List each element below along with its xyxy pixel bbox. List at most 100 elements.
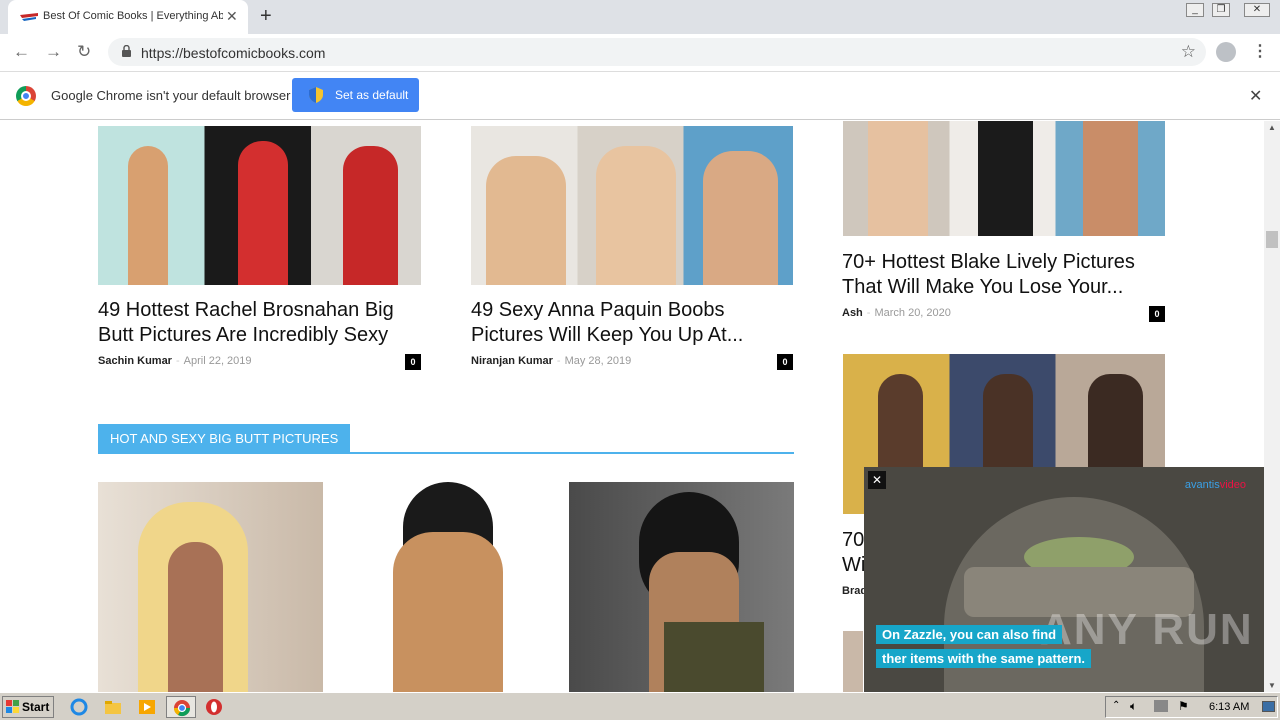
- comment-count-badge[interactable]: 0: [1149, 306, 1165, 322]
- internet-explorer-icon[interactable]: [70, 698, 88, 716]
- profile-avatar-icon[interactable]: [1216, 42, 1236, 62]
- media-player-icon[interactable]: [138, 698, 156, 716]
- post-thumbnail[interactable]: [843, 121, 1165, 236]
- chrome-icon: [173, 700, 191, 717]
- new-tab-icon[interactable]: +: [260, 5, 272, 28]
- page-scrollbar[interactable]: ▲ ▼: [1264, 121, 1280, 692]
- photo-figure: [128, 146, 168, 285]
- clock[interactable]: 6:13 AM: [1209, 701, 1249, 713]
- post-thumbnail[interactable]: [569, 482, 794, 692]
- url-text: https://bestofcomicbooks.com: [141, 45, 326, 61]
- post-thumbnail[interactable]: [98, 126, 421, 285]
- photo-figure: [978, 121, 1033, 236]
- scroll-thumb[interactable]: [1266, 231, 1278, 248]
- lock-icon: [122, 45, 131, 57]
- post-title[interactable]: 49 Sexy Anna Paquin Boobs Pictures Will …: [471, 298, 801, 348]
- set-as-default-button[interactable]: Set as default: [292, 78, 419, 112]
- post-date: April 22, 2019: [183, 355, 252, 367]
- post-thumbnail[interactable]: [843, 631, 863, 692]
- video-caption: ther items with the same pattern.: [876, 649, 1091, 668]
- section-header: HOT AND SEXY BIG BUTT PICTURES: [98, 424, 794, 454]
- video-brand-logo: avantisvideo: [1185, 479, 1246, 491]
- window-close-icon[interactable]: ✕: [1244, 3, 1270, 17]
- start-button[interactable]: Start: [2, 696, 54, 718]
- scroll-down-icon[interactable]: ▼: [1268, 681, 1276, 690]
- video-caption: On Zazzle, you can also find: [876, 625, 1063, 644]
- post-title-line[interactable]: 49 Hottest Rachel Brosnahan Big: [98, 298, 428, 323]
- post-thumbnail[interactable]: [471, 126, 793, 285]
- video-ad-player[interactable]: ✕ avantisvideo ANY RUN On Zazzle, you ca…: [864, 467, 1264, 692]
- show-desktop-icon[interactable]: [1262, 701, 1275, 712]
- volume-icon[interactable]: 🔈︎: [1130, 699, 1137, 714]
- forward-icon[interactable]: →: [45, 42, 62, 62]
- start-label: Start: [22, 700, 50, 714]
- reload-icon[interactable]: ↻: [77, 42, 91, 62]
- photo-figure: [664, 622, 764, 692]
- post-meta: Niranjan Kumar - May 28, 2019: [471, 355, 631, 367]
- windows-flag-icon: [6, 700, 19, 713]
- minimize-icon[interactable]: _: [1186, 3, 1204, 17]
- photo-figure: [486, 156, 566, 285]
- photo-figure: [393, 532, 503, 692]
- infobar-message: Google Chrome isn't your default browser: [51, 88, 291, 103]
- comment-count-badge[interactable]: 0: [777, 354, 793, 370]
- network-icon[interactable]: [1154, 700, 1168, 712]
- system-tray: ⌃ 🔈︎ ⚑ 6:13 AM: [1105, 696, 1278, 718]
- file-explorer-icon[interactable]: [104, 698, 122, 716]
- post-title[interactable]: 70+ Hottest Blake Lively Pictures That W…: [842, 250, 1172, 300]
- back-icon[interactable]: ←: [13, 42, 30, 62]
- meta-separator: -: [556, 355, 561, 367]
- address-bar[interactable]: https://bestofcomicbooks.com ☆: [108, 38, 1206, 66]
- flag-icon[interactable]: ⚑: [1178, 699, 1189, 713]
- meta-separator: -: [866, 307, 871, 319]
- anyrun-watermark: ANY RUN: [1040, 605, 1254, 654]
- tab-title: Best Of Comic Books | Everything Ab: [43, 10, 223, 22]
- post-author[interactable]: Niranjan Kumar: [471, 355, 553, 367]
- video-close-button[interactable]: ✕: [868, 471, 886, 489]
- post-title-line[interactable]: 70+ Hottest Blake Lively Pictures: [842, 250, 1172, 275]
- shield-icon: [309, 87, 323, 103]
- site-favicon-icon: [20, 13, 38, 21]
- chrome-logo-icon: [16, 86, 36, 106]
- post-date: March 20, 2020: [874, 307, 951, 319]
- post-title-line[interactable]: That Will Make You Lose Your...: [842, 275, 1172, 300]
- set-as-default-label: Set as default: [335, 88, 409, 102]
- post-title-line[interactable]: 49 Sexy Anna Paquin Boobs: [471, 298, 801, 323]
- post-meta: Sachin Kumar - April 22, 2019: [98, 355, 252, 367]
- browser-toolbar: ← → ↻ https://bestofcomicbooks.com ☆ ⋮: [0, 34, 1280, 72]
- opera-icon[interactable]: [205, 698, 223, 716]
- post-thumbnail[interactable]: [98, 482, 323, 692]
- browser-titlebar: Best Of Comic Books | Everything Ab ✕ + …: [0, 0, 1280, 34]
- brand-part-a: avantis: [1184, 479, 1220, 491]
- post-thumbnail[interactable]: [333, 482, 559, 692]
- browser-tab[interactable]: Best Of Comic Books | Everything Ab ✕: [8, 0, 248, 34]
- photo-figure: [703, 151, 778, 285]
- photo-figure: [343, 146, 398, 285]
- default-browser-infobar: Google Chrome isn't your default browser…: [0, 72, 1280, 120]
- photo-figure: [868, 121, 928, 236]
- post-title-line[interactable]: Pictures Will Keep You Up At...: [471, 323, 801, 348]
- section-heading[interactable]: HOT AND SEXY BIG BUTT PICTURES: [98, 424, 351, 454]
- chrome-taskbar-button[interactable]: [166, 696, 196, 718]
- restore-icon[interactable]: ❐: [1212, 3, 1230, 17]
- post-author[interactable]: Sachin Kumar: [98, 355, 172, 367]
- photo-figure: [168, 542, 223, 692]
- windows-taskbar: Start ⌃ 🔈︎ ⚑ 6:13 AM: [0, 692, 1280, 720]
- photo-figure: [596, 146, 676, 285]
- brand-part-b: video: [1219, 479, 1246, 491]
- post-title[interactable]: 49 Hottest Rachel Brosnahan Big Butt Pic…: [98, 298, 428, 348]
- bookmark-star-icon[interactable]: ☆: [1181, 42, 1196, 62]
- infobar-close-icon[interactable]: ✕: [1249, 86, 1262, 106]
- post-date: May 28, 2019: [564, 355, 632, 367]
- photo-figure: [238, 141, 288, 285]
- meta-separator: -: [175, 355, 180, 367]
- post-meta: Ash - March 20, 2020: [842, 307, 951, 319]
- post-author[interactable]: Ash: [842, 307, 863, 319]
- post-title-line[interactable]: Butt Pictures Are Incredibly Sexy: [98, 323, 428, 348]
- comment-count-badge[interactable]: 0: [405, 354, 421, 370]
- tray-expand-icon[interactable]: ⌃: [1112, 700, 1120, 711]
- menu-kebab-icon[interactable]: ⋮: [1252, 41, 1268, 61]
- photo-figure: [1083, 121, 1138, 236]
- scroll-up-icon[interactable]: ▲: [1268, 123, 1276, 132]
- tab-close-icon[interactable]: ✕: [226, 8, 238, 25]
